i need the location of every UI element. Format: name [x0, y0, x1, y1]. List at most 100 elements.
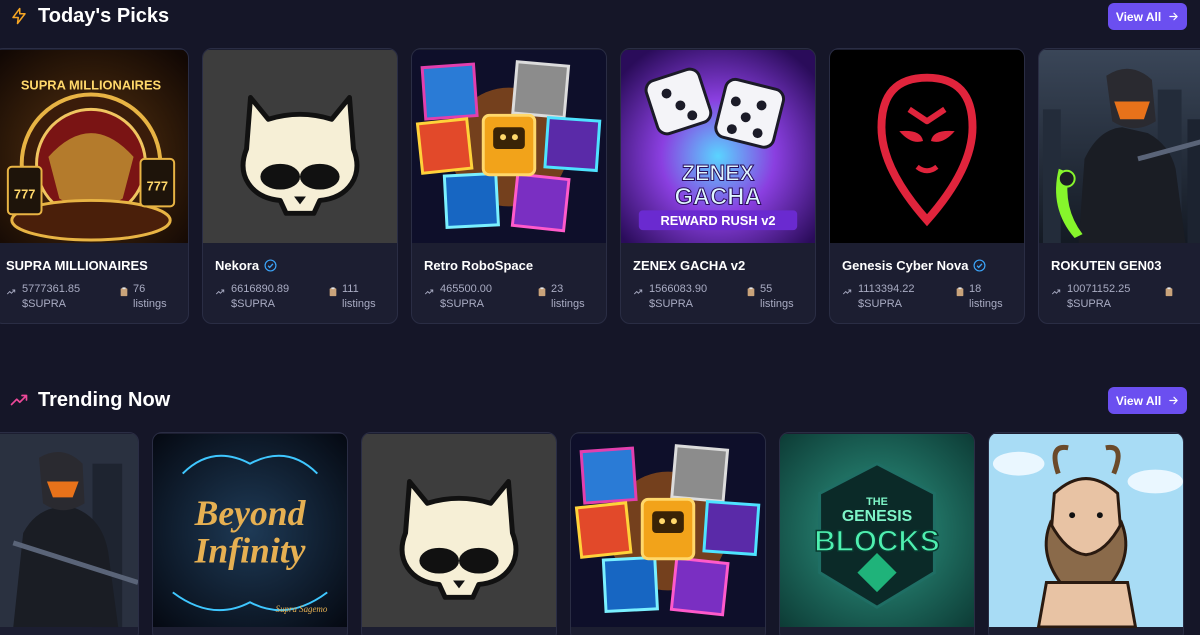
artwork-777-right: 777 [147, 179, 168, 194]
todays-picks-title: Today's Picks [38, 4, 170, 27]
price-value: 465500.00 [440, 283, 492, 295]
collection-name: Genesis Cyber Nova [830, 258, 1024, 273]
listings-count: 18 listings [955, 282, 1003, 312]
listings-count [1164, 282, 1174, 312]
artwork-title-line3: REWARD RUSH v2 [660, 213, 775, 228]
todays-picks-carousel[interactable]: SUPRA MILLIONAIRES 777 777 SUPRA MILLION… [0, 48, 1200, 324]
listings-number: 111 [342, 283, 359, 295]
trend-arrow-icon [424, 289, 434, 295]
collection-card[interactable] [570, 432, 766, 635]
listings-label: listings [133, 298, 167, 310]
price-currency: $SUPRA [858, 298, 903, 310]
floor-price: 5777361.85 $SUPRA [6, 282, 119, 312]
listings-number: 18 [969, 283, 982, 295]
collection-stats: 1113394.22 $SUPRA 18 listings [830, 282, 1024, 312]
collection-name: Nekora [203, 258, 397, 273]
floor-price: 10071152.25 $SUPRA [1051, 282, 1164, 312]
floor-price: 6616890.89 $SUPRA [215, 282, 328, 312]
listings-count: 111 listings [328, 282, 376, 312]
collection-image [1039, 49, 1200, 244]
collection-image: THE GENESIS BLOCKS [780, 433, 974, 628]
arrow-right-icon [1169, 396, 1178, 405]
listings-label: listings [551, 298, 585, 310]
collection-name: Retro RoboSpace [412, 258, 606, 273]
collection-stats: 465500.00 $SUPRA 23 listings [412, 282, 606, 312]
collection-image: Beyond Infinity Supra Sagemo [153, 433, 347, 628]
price-currency: $SUPRA [649, 298, 694, 310]
price-currency: $SUPRA [22, 298, 67, 310]
listings-label: listings [342, 298, 376, 310]
verified-check-icon [264, 259, 277, 272]
collection-name-text: Retro RoboSpace [424, 258, 534, 273]
collection-image [0, 433, 138, 628]
arrow-right-icon [1169, 12, 1178, 21]
collection-card[interactable]: Retro RoboSpace 465500.00 $SUPRA 23 listin… [411, 48, 607, 324]
trend-arrow-icon [1051, 289, 1061, 295]
collection-stats: 1566083.90 $SUPRA 55 listings [621, 282, 815, 312]
trend-arrow-icon [6, 289, 16, 295]
clipboard-icon [120, 287, 128, 297]
price-currency: $SUPRA [440, 298, 485, 310]
artwork-title-line1: Beyond [194, 493, 307, 533]
collection-stats: 6616890.89 $SUPRA 111 listings [203, 282, 397, 312]
artwork-title-line1: ZENEX [682, 161, 755, 186]
todays-picks-view-all-button[interactable]: View All [1108, 3, 1187, 30]
collection-name-text: Nekora [215, 258, 260, 273]
collection-name: SUPRA MILLIONAIRES [0, 258, 188, 273]
collection-card[interactable]: Genesis Cyber Nova 1113394.22 $SUPRA 18 li… [829, 48, 1025, 324]
collection-stats: 5777361.85 $SUPRA 76 listings [0, 282, 188, 312]
price-currency: $SUPRA [1067, 298, 1112, 310]
trending-up-icon [10, 394, 28, 406]
listings-label: listings [760, 298, 794, 310]
trend-arrow-icon [215, 289, 225, 295]
floor-price: 465500.00 $SUPRA [424, 282, 537, 312]
collection-card[interactable]: SUPRA MILLIONAIRES 777 777 SUPRA MILLION… [0, 48, 189, 324]
collection-card[interactable] [0, 432, 139, 635]
collection-image [989, 433, 1183, 628]
artwork-title-line2: GACHA [674, 183, 761, 210]
collection-card[interactable]: ROKUTEN GEN03 10071152.25 $SUPRA [1038, 48, 1200, 324]
view-all-label: View All [1115, 9, 1162, 24]
collection-stats: 10071152.25 $SUPRA [1039, 282, 1200, 312]
collection-name-text: ROKUTEN GEN03 [1051, 258, 1162, 273]
listings-count: 76 listings [119, 282, 167, 312]
trending-view-all-button[interactable]: View All [1108, 387, 1187, 414]
collection-card[interactable] [988, 432, 1184, 635]
collection-card[interactable]: Nekora 6616890.89 $SUPRA 111 listings [202, 48, 398, 324]
clipboard-icon [956, 287, 964, 297]
artwork-777-left: 777 [14, 186, 35, 201]
artwork-title-line1: THE [866, 496, 888, 508]
listings-label: listings [969, 298, 1003, 310]
collection-card[interactable]: Beyond Infinity Supra Sagemo [152, 432, 348, 635]
collection-image: ZENEX GACHA REWARD RUSH v2 [621, 49, 815, 244]
collection-card[interactable] [361, 432, 557, 635]
trend-arrow-icon [842, 289, 852, 295]
lightning-icon [12, 7, 26, 25]
collection-name-text: SUPRA MILLIONAIRES [6, 258, 148, 273]
clipboard-icon [747, 287, 755, 297]
collection-card[interactable]: THE GENESIS BLOCKS [779, 432, 975, 635]
artwork-signature: Supra Sagemo [276, 604, 328, 614]
trending-now-heading: Trending Now [10, 388, 170, 412]
clipboard-icon [1165, 287, 1173, 297]
listings-number: 55 [760, 283, 773, 295]
floor-price: 1566083.90 $SUPRA [633, 282, 746, 312]
view-all-label: View All [1115, 393, 1162, 408]
listings-count: 23 listings [537, 282, 585, 312]
collection-image [412, 49, 606, 244]
trending-now-title: Trending Now [38, 388, 171, 411]
collection-card[interactable]: ZENEX GACHA REWARD RUSH v2 ZENEX GACHA v… [620, 48, 816, 324]
collection-image [830, 49, 1024, 244]
listings-number: 23 [551, 283, 564, 295]
trending-now-carousel[interactable]: Beyond Infinity Supra Sagemo THE GENESIS… [0, 432, 1200, 635]
artwork-title-line2: Infinity [194, 531, 306, 571]
floor-price: 1113394.22 $SUPRA [842, 282, 955, 312]
collection-image [203, 49, 397, 244]
clipboard-icon [329, 287, 337, 297]
price-value: 10071152.25 [1067, 283, 1131, 295]
artwork-title-line3: BLOCKS [814, 525, 939, 558]
price-value: 5777361.85 [22, 283, 81, 295]
collection-name-text: Genesis Cyber Nova [842, 258, 969, 273]
artwork-arc-text: SUPRA MILLIONAIRES [21, 78, 162, 93]
price-value: 6616890.89 [231, 283, 290, 295]
